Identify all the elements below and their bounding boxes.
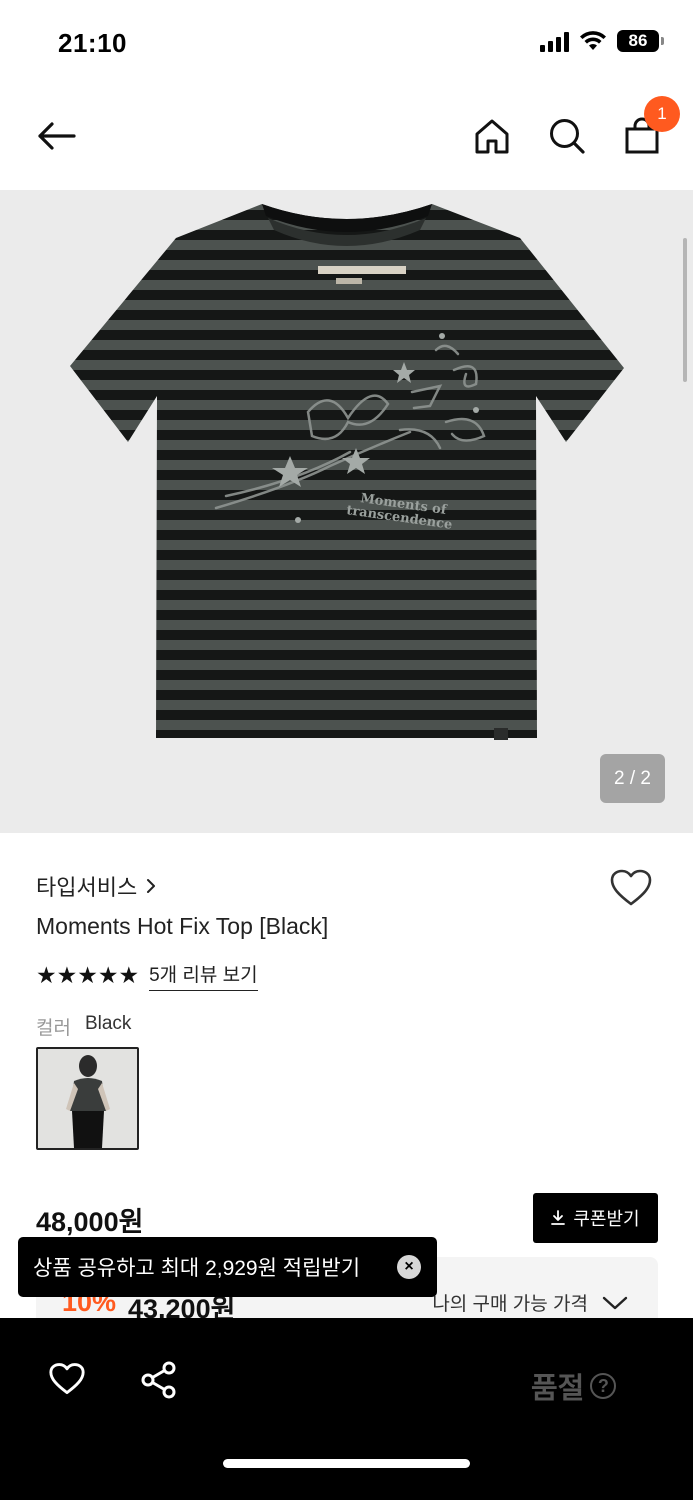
brand-link[interactable]: 타입서비스 xyxy=(36,870,157,902)
signal-icon xyxy=(540,30,569,52)
bottom-wishlist-button[interactable] xyxy=(48,1362,86,1401)
bottom-action-bar: 품절 ? xyxy=(0,1318,693,1500)
rating-row: ★★★★★ 5개 리뷰 보기 xyxy=(36,960,258,991)
soldout-status: 품절 ? xyxy=(531,1365,617,1407)
coupon-download-button[interactable]: 쿠폰받기 xyxy=(533,1193,658,1243)
heart-outline-icon xyxy=(49,1363,85,1395)
battery-icon: 86 xyxy=(617,30,664,52)
color-option-thumbnail[interactable] xyxy=(36,1047,139,1150)
home-button[interactable] xyxy=(466,110,518,162)
wifi-icon xyxy=(580,31,606,50)
search-icon xyxy=(550,119,585,154)
top-nav: 1 xyxy=(0,88,693,190)
status-time: 21:10 xyxy=(58,28,127,58)
wishlist-button[interactable] xyxy=(609,868,653,913)
my-price-toggle[interactable]: 나의 구매 가능 가격 xyxy=(432,1289,628,1316)
chevron-right-icon xyxy=(147,879,156,893)
coupon-label: 쿠폰받기 xyxy=(573,1209,640,1229)
my-price-label: 나의 구매 가능 가격 xyxy=(432,1294,588,1315)
brand-name: 타입서비스 xyxy=(36,875,138,900)
heart-outline-icon xyxy=(610,869,652,906)
share-button[interactable] xyxy=(140,1361,178,1404)
product-image-carousel[interactable]: Moments of transcendence 2 / 2 xyxy=(0,190,693,833)
toast-close-button[interactable]: × xyxy=(397,1255,421,1279)
back-button[interactable] xyxy=(30,110,82,162)
cart-button[interactable]: 1 xyxy=(616,96,680,162)
download-icon xyxy=(551,1210,566,1225)
status-bar: 21:10 86 xyxy=(0,0,693,88)
color-value: Black xyxy=(84,1013,132,1034)
share-icon xyxy=(141,1361,176,1399)
chevron-down-icon xyxy=(602,1296,628,1309)
color-row: 컬러 Black xyxy=(36,1013,131,1040)
soldout-label: 품절 xyxy=(531,1373,585,1405)
color-label: 컬러 xyxy=(36,1018,71,1039)
status-icons: 86 xyxy=(540,30,664,52)
share-reward-toast[interactable]: 상품 공유하고 최대 2,929원 적립받기 × xyxy=(18,1237,437,1297)
review-link[interactable]: 5개 리뷰 보기 xyxy=(149,960,258,991)
home-icon xyxy=(475,119,509,154)
product-photo: Moments of transcendence xyxy=(70,204,624,740)
product-title: Moments Hot Fix Top [Black] xyxy=(36,913,329,939)
home-indicator[interactable] xyxy=(223,1459,470,1468)
toast-text: 상품 공유하고 최대 2,929원 적립받기 xyxy=(33,1257,361,1280)
original-price: 48,000원 xyxy=(36,1207,144,1237)
search-button[interactable] xyxy=(541,110,593,162)
cart-count-badge: 1 xyxy=(644,96,680,132)
star-rating: ★★★★★ xyxy=(36,962,140,988)
model-thumbnail-image xyxy=(38,1049,137,1148)
back-arrow-icon xyxy=(38,122,76,150)
image-scroll-indicator xyxy=(683,238,687,382)
help-icon[interactable]: ? xyxy=(590,1373,617,1399)
image-counter: 2 / 2 xyxy=(600,754,665,803)
